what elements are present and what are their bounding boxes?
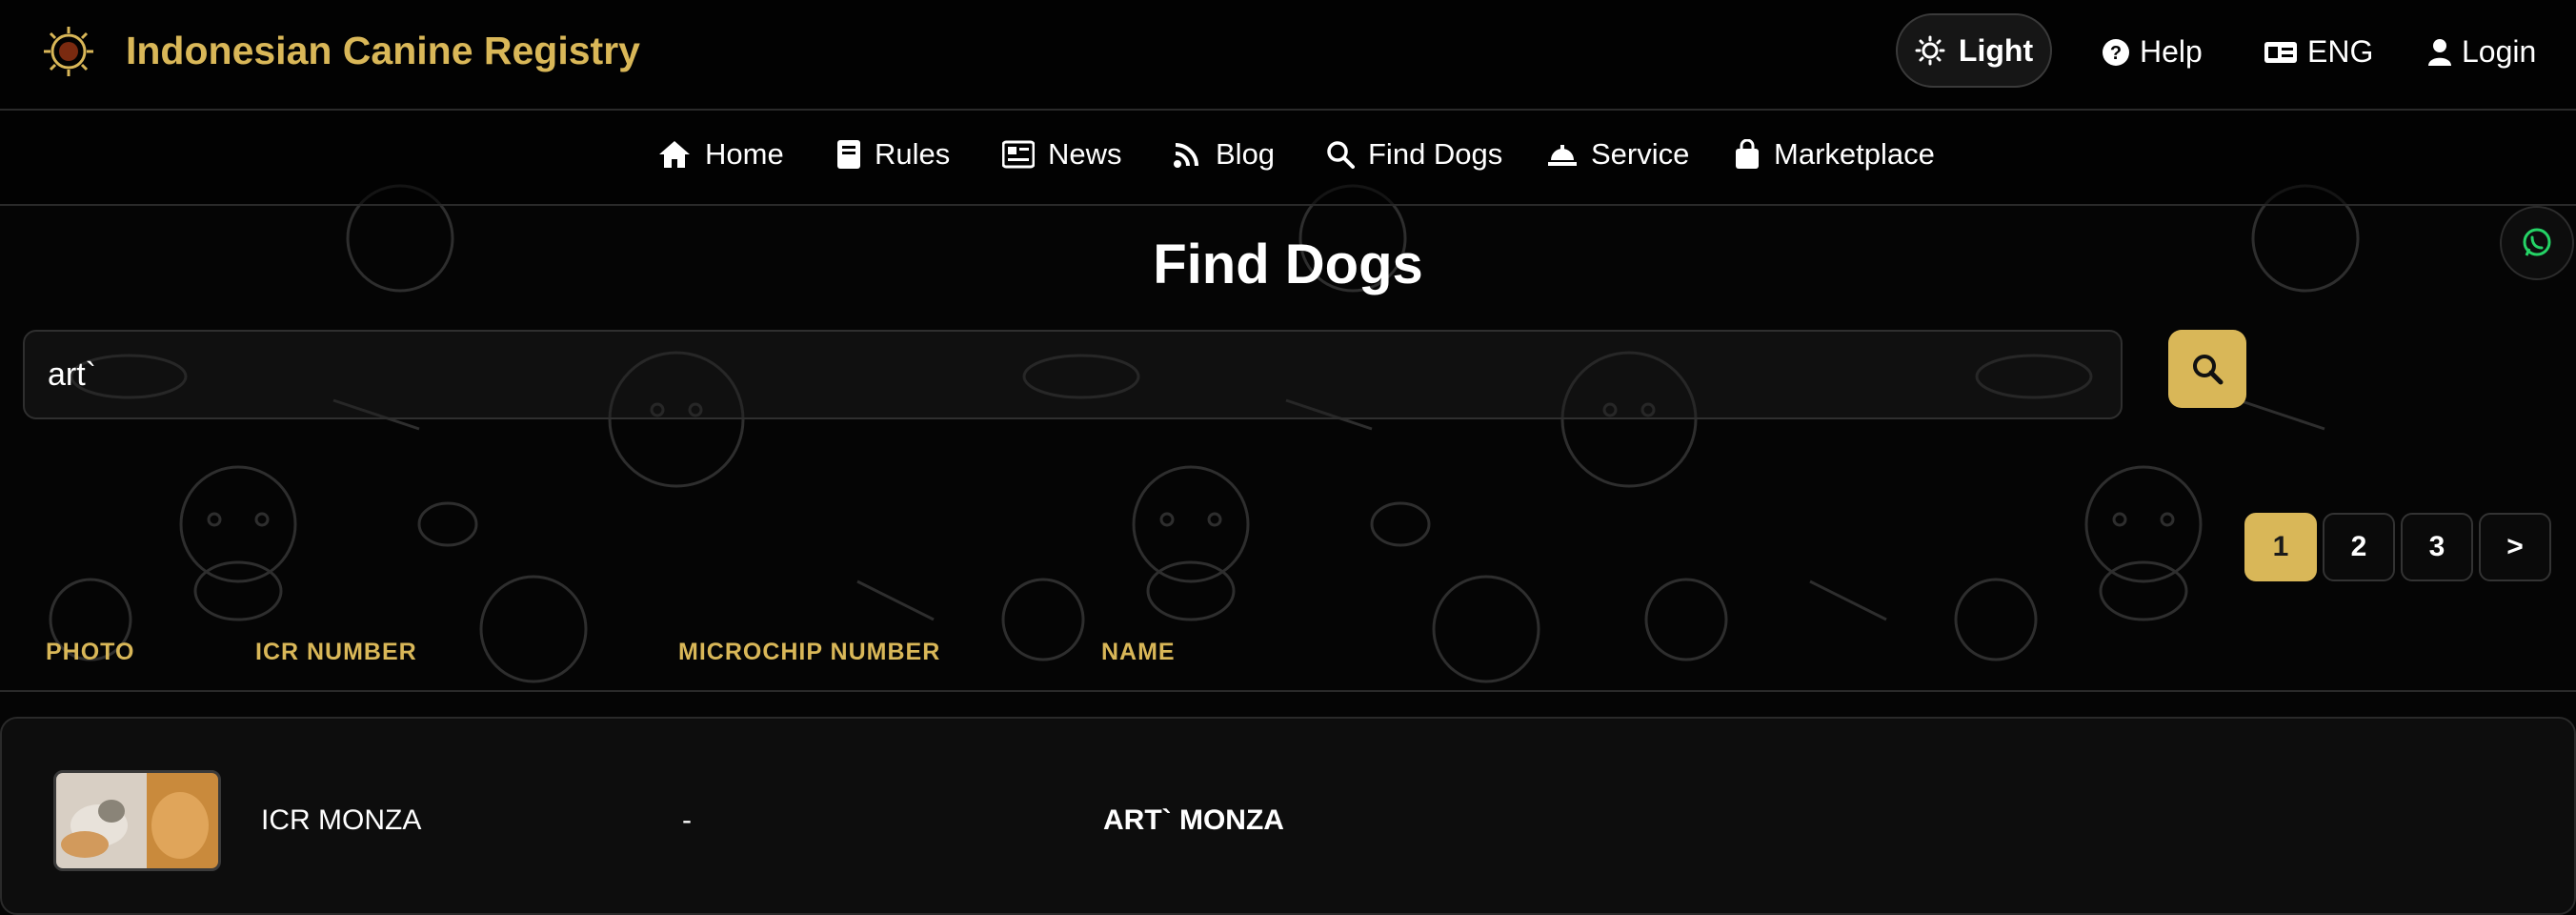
language-selector[interactable]: ENG [2264, 34, 2373, 70]
brand-title[interactable]: Indonesian Canine Registry [126, 29, 640, 73]
login-label: Login [2462, 34, 2537, 69]
next-page-button[interactable]: > [2479, 513, 2551, 581]
search-icon [2193, 355, 2224, 385]
newspaper-icon [1002, 140, 1035, 169]
nav-item-label: Blog [1216, 137, 1276, 171]
login-link[interactable]: Login [2427, 34, 2536, 70]
home-icon [659, 141, 690, 168]
whatsapp-button[interactable] [2500, 206, 2574, 280]
top-header: Indonesian Canine Registry Light ? Help … [0, 0, 2576, 111]
language-card-icon [2264, 41, 2297, 63]
nav-item-label: Find Dogs [1368, 137, 1503, 171]
page-button-3[interactable]: 3 [2401, 513, 2473, 581]
question-circle-icon: ? [2103, 38, 2129, 66]
nav-item-label: Rules [875, 137, 951, 171]
service-bell-icon [1548, 145, 1577, 166]
nav-item-label: News [1048, 137, 1122, 171]
dog-photo[interactable] [53, 770, 221, 871]
help-link[interactable]: ? Help [2102, 34, 2203, 70]
column-header-microchip-number: MICROCHIP NUMBER [678, 639, 941, 665]
main-nav: Home Rules News Blog Find Dogs Service M… [0, 111, 2576, 206]
puppy-illustration [179, 465, 297, 621]
whatsapp-icon [2523, 228, 2551, 256]
page-title: Find Dogs [1153, 234, 1423, 295]
nav-item-label: Service [1591, 137, 1690, 171]
puppy-illustration [2084, 465, 2203, 621]
search-icon [1327, 141, 1355, 169]
nav-item-find-dogs[interactable]: Find Dogs [1326, 137, 1502, 172]
sun-icon [1915, 35, 1945, 66]
nav-item-marketplace[interactable]: Marketplace [1734, 137, 1935, 172]
registry-logo[interactable] [42, 25, 95, 78]
page-button-1[interactable]: 1 [2244, 513, 2317, 581]
language-label: ENG [2307, 34, 2374, 69]
search-button[interactable] [2168, 330, 2246, 408]
search-input[interactable] [23, 330, 2123, 419]
table-header: PHOTO ICR NUMBER MICROCHIP NUMBER NAME [0, 620, 2576, 692]
user-icon [2428, 38, 2451, 66]
theme-toggle-label: Light [1958, 32, 2034, 68]
nav-item-label: Marketplace [1774, 137, 1935, 171]
cell-icr-number: ICR MONZA [261, 804, 422, 836]
blog-icon [1174, 143, 1198, 168]
shopping-bag-icon [1736, 139, 1759, 169]
column-header-name: NAME [1101, 639, 1176, 665]
book-icon [837, 140, 860, 169]
nav-item-label: Home [705, 137, 784, 171]
cell-name[interactable]: ART` MONZA [1103, 804, 1284, 837]
svg-text:?: ? [2110, 43, 2122, 64]
puppy-illustration [1132, 465, 1250, 621]
nav-item-news[interactable]: News [1002, 137, 1122, 172]
nav-item-home[interactable]: Home [657, 137, 784, 172]
column-header-icr-number: ICR NUMBER [255, 639, 417, 665]
column-header-photo: PHOTO [46, 639, 135, 665]
nav-item-blog[interactable]: Blog [1172, 137, 1275, 172]
cell-microchip-number: - [682, 804, 692, 836]
theme-toggle-button[interactable]: Light [1896, 13, 2052, 88]
help-label: Help [2140, 34, 2203, 69]
page-button-2[interactable]: 2 [2323, 513, 2395, 581]
table-row[interactable]: ICR MONZA - ART` MONZA [0, 717, 2576, 915]
nav-item-rules[interactable]: Rules [836, 137, 950, 172]
nav-item-service[interactable]: Service [1547, 137, 1689, 172]
